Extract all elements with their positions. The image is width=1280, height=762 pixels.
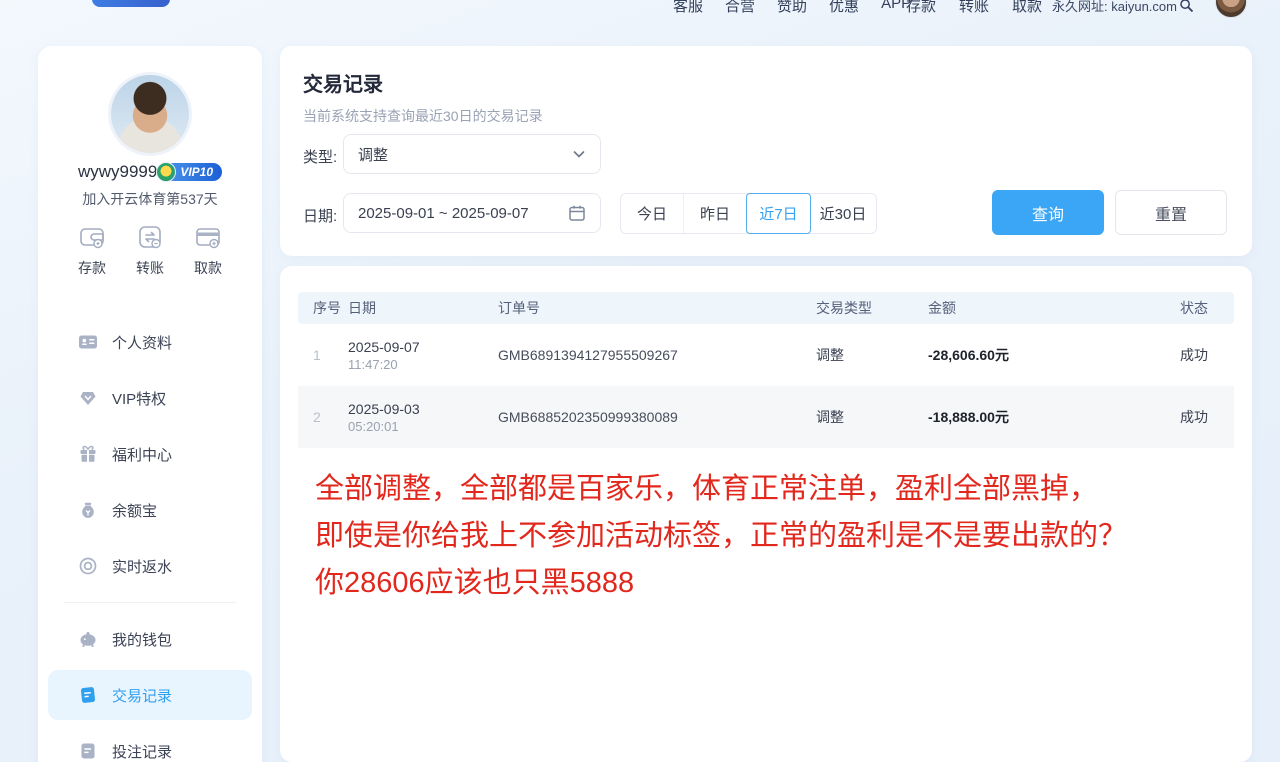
date-range-presets: 今日 昨日 近7日 近30日 — [620, 193, 877, 234]
preset-last30days-button[interactable]: 近30日 — [810, 194, 876, 233]
annotation-line: 你28606应该也只黑5888 — [315, 560, 1127, 607]
money-bag-icon — [78, 500, 98, 520]
nav-customer-service[interactable]: 客服 — [673, 0, 703, 16]
quick-actions: 存款 转账 取款 — [52, 222, 248, 278]
nav-links: 客服 合营 赞助 优惠 APP — [673, 0, 911, 16]
row-order-number: GMB6891394127955509267 — [498, 347, 816, 363]
vip-badge: VIP10 — [164, 163, 222, 181]
row-amount: -28,606.60元 — [928, 345, 1156, 365]
query-button[interactable]: 查询 — [992, 190, 1104, 235]
header-date: 日期 — [348, 298, 498, 318]
type-filter-label: 类型: — [303, 146, 337, 167]
reset-button[interactable]: 重置 — [1115, 190, 1227, 235]
gift-icon — [78, 444, 98, 464]
sidebar-item-profile[interactable]: 个人资料 — [48, 314, 252, 370]
header-no: 序号 — [298, 298, 348, 318]
top-navigation-bar: 客服 合营 赞助 优惠 APP 存款 转账 取款 永久网址: kaiyun.co… — [0, 0, 1280, 21]
id-card-icon — [78, 332, 98, 352]
avatar[interactable] — [108, 72, 192, 156]
row-no: 2 — [298, 409, 348, 425]
row-date: 2025-09-03 05:20:01 — [348, 401, 498, 434]
page-subtitle: 当前系统支持查询最近30日的交易记录 — [303, 106, 543, 126]
nav-withdraw[interactable]: 取款 — [1012, 0, 1042, 16]
sidebar-item-wallet[interactable]: 我的钱包 — [48, 611, 252, 667]
calendar-icon — [568, 204, 586, 222]
annotation-line: 即使是你给我上不参加活动标签，正常的盈利是不是要出款的？ — [315, 513, 1127, 560]
sidebar-menu: 个人资料 VIP特权 福利中心 余额宝 — [48, 314, 252, 762]
sidebar-item-transaction-records[interactable]: 交易记录 — [48, 670, 252, 720]
sidebar: wywy9999 VIP10 加入开云体育第537天 存款 转账 — [38, 46, 262, 762]
records-card: 序号 日期 订单号 交易类型 金额 状态 1 2025-09-07 11:47:… — [280, 266, 1252, 762]
type-select[interactable]: 调整 — [343, 134, 601, 174]
header-order: 订单号 — [498, 298, 816, 318]
page-title: 交易记录 — [303, 68, 383, 97]
transfer-icon — [135, 222, 165, 252]
user-avatar-small[interactable] — [1215, 0, 1247, 18]
date-filter-label: 日期: — [303, 205, 337, 226]
row-date: 2025-09-07 11:47:20 — [348, 339, 498, 372]
row-status: 成功 — [1156, 407, 1234, 427]
nav-deposit[interactable]: 存款 — [906, 0, 936, 16]
sidebar-item-yuebao[interactable]: 余额宝 — [48, 482, 252, 538]
row-no: 1 — [298, 347, 348, 363]
vip-gem-icon — [156, 162, 176, 182]
preset-last7days-button[interactable]: 近7日 — [746, 193, 811, 234]
preset-yesterday-button[interactable]: 昨日 — [684, 194, 747, 233]
rebate-icon — [78, 556, 98, 576]
chevron-down-icon — [572, 147, 586, 161]
piggy-bank-icon — [78, 629, 98, 649]
transactions-table: 序号 日期 订单号 交易类型 金额 状态 1 2025-09-07 11:47:… — [298, 292, 1234, 448]
deposit-quick-action[interactable]: 存款 — [66, 222, 118, 278]
sidebar-item-welfare[interactable]: 福利中心 — [48, 426, 252, 482]
gem-icon — [78, 388, 98, 408]
username: wywy9999 — [78, 162, 157, 182]
table-row: 1 2025-09-07 11:47:20 GMB689139412795550… — [298, 324, 1234, 386]
search-icon[interactable] — [1179, 0, 1194, 13]
header-type: 交易类型 — [816, 298, 928, 318]
document-icon — [78, 685, 98, 705]
permanent-url: 永久网址: kaiyun.com — [1052, 0, 1194, 15]
row-type: 调整 — [816, 345, 928, 365]
preset-today-button[interactable]: 今日 — [621, 194, 684, 233]
sidebar-item-vip[interactable]: VIP特权 — [48, 370, 252, 426]
nav-transfer[interactable]: 转账 — [959, 0, 989, 16]
bank-card-icon — [193, 222, 223, 252]
red-annotation-text: 全部调整，全部都是百家乐，体育正常注单，盈利全部黑掉， 即使是你给我上不参加活动… — [315, 466, 1127, 607]
row-order-number: GMB6885202350999380089 — [498, 409, 816, 425]
row-type: 调整 — [816, 407, 928, 427]
row-status: 成功 — [1156, 345, 1234, 365]
header-amount: 金额 — [928, 298, 1156, 318]
wallet-icon — [77, 222, 107, 252]
sidebar-item-betting-records[interactable]: 投注记录 — [48, 723, 252, 762]
sidebar-item-rebate[interactable]: 实时返水 — [48, 538, 252, 594]
header-status: 状态 — [1156, 298, 1234, 318]
table-header-row: 序号 日期 订单号 交易类型 金额 状态 — [298, 292, 1234, 324]
document-icon — [78, 741, 98, 761]
site-logo[interactable] — [92, 0, 170, 7]
annotation-line: 全部调整，全部都是百家乐，体育正常注单，盈利全部黑掉， — [315, 466, 1127, 513]
nav-partnership[interactable]: 合营 — [725, 0, 755, 16]
menu-divider — [64, 602, 236, 603]
date-range-input[interactable]: 2025-09-01 ~ 2025-09-07 — [343, 193, 601, 233]
nav-promotions[interactable]: 优惠 — [829, 0, 859, 16]
filters-card: 交易记录 当前系统支持查询最近30日的交易记录 类型: 调整 日期: 2025-… — [280, 46, 1252, 256]
join-days-text: 加入开云体育第537天 — [38, 189, 262, 209]
nav-sponsorship[interactable]: 赞助 — [777, 0, 807, 16]
transfer-quick-action[interactable]: 转账 — [124, 222, 176, 278]
withdraw-quick-action[interactable]: 取款 — [182, 222, 234, 278]
table-row: 2 2025-09-03 05:20:01 GMB688520235099938… — [298, 386, 1234, 448]
wallet-links: 存款 转账 取款 — [906, 0, 1042, 16]
row-amount: -18,888.00元 — [928, 407, 1156, 427]
